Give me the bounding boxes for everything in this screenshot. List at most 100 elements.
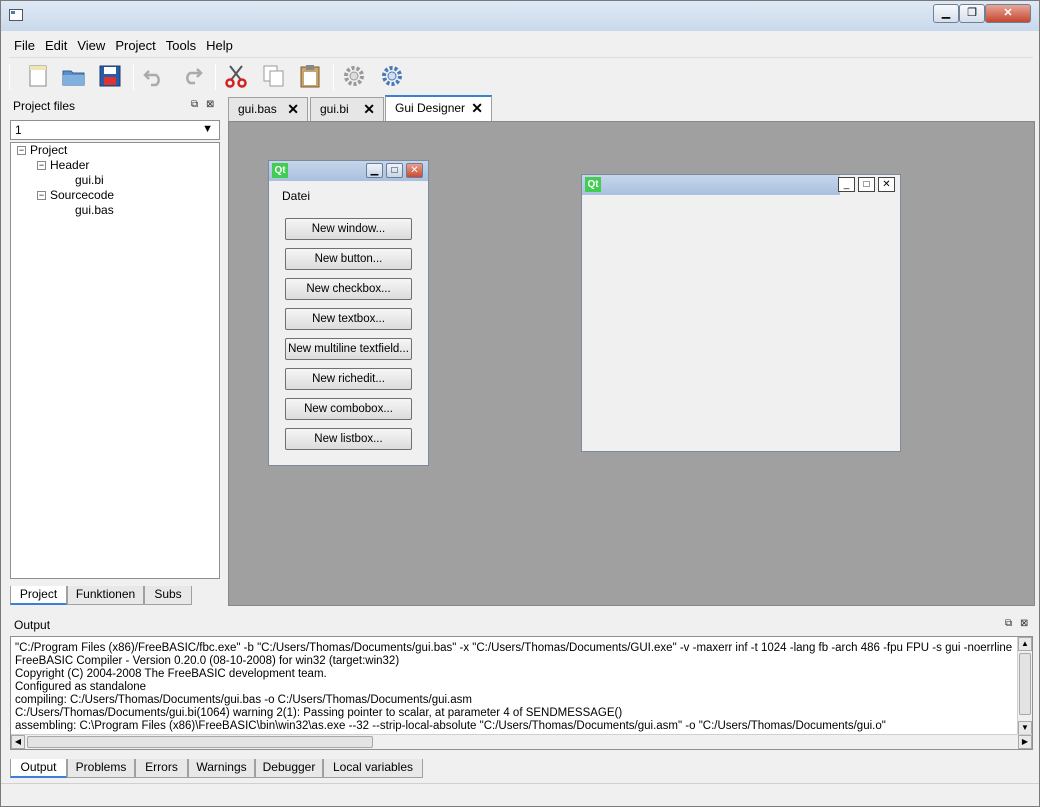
open-folder-icon[interactable]	[61, 63, 87, 89]
vertical-splitter[interactable]	[221, 95, 228, 606]
designer-toolbox-window[interactable]: Qt ▁ □ ✕ Datei New window... New button.…	[268, 160, 429, 466]
toolbar-grip	[9, 64, 10, 90]
horizontal-splitter[interactable]	[10, 606, 1035, 613]
output-line: assembling: C:\Program Files (x86)\FreeB…	[15, 720, 886, 732]
tree-item-gui-bi[interactable]: gui.bi	[75, 173, 104, 187]
toolbox-title-bar[interactable]: Qt ▁ □ ✕	[269, 161, 428, 181]
scroll-thumb[interactable]	[27, 736, 373, 748]
menu-edit[interactable]: Edit	[40, 35, 72, 56]
close-icon[interactable]: ✕	[406, 163, 423, 178]
maximize-icon[interactable]: □	[386, 163, 403, 178]
new-textbox-button[interactable]: New textbox...	[285, 308, 412, 330]
dock-close-icon[interactable]: ⊠	[1020, 618, 1028, 629]
dock-close-icon[interactable]: ⊠	[206, 99, 214, 110]
new-listbox-button[interactable]: New listbox...	[285, 428, 412, 450]
toolbox-menu-datei[interactable]: Datei	[269, 181, 428, 205]
new-richedit-button[interactable]: New richedit...	[285, 368, 412, 390]
undo-icon[interactable]	[141, 63, 167, 89]
dock-float-icon[interactable]: ⧉	[191, 99, 198, 110]
build-settings-icon[interactable]	[379, 63, 405, 89]
menu-project[interactable]: Project	[110, 35, 160, 56]
scroll-thumb[interactable]	[1019, 653, 1031, 715]
close-button[interactable]: ✕	[985, 4, 1031, 23]
menu-file[interactable]: File	[9, 35, 40, 56]
app-icon	[9, 9, 23, 21]
minimize-button[interactable]: ▁	[933, 4, 959, 23]
paste-icon[interactable]	[297, 63, 323, 89]
collapse-icon[interactable]: −	[37, 191, 46, 201]
tab-output[interactable]: Output	[10, 759, 67, 778]
qt-logo-icon: Qt	[585, 177, 601, 192]
new-window-button[interactable]: New window...	[285, 218, 412, 240]
menu-help[interactable]: Help	[201, 35, 238, 56]
new-file-icon[interactable]	[25, 63, 51, 89]
tree-item-gui-bas[interactable]: gui.bas	[75, 203, 114, 217]
tab-funktionen[interactable]: Funktionen	[67, 586, 144, 605]
scroll-down-icon[interactable]: ▼	[1018, 721, 1032, 735]
minimize-icon[interactable]: _	[838, 177, 855, 192]
tree-item-label: Sourcecode	[50, 188, 115, 202]
collapse-icon[interactable]: −	[37, 161, 46, 171]
tab-debugger[interactable]: Debugger	[255, 759, 323, 778]
copy-icon[interactable]	[261, 63, 287, 89]
tab-warnings[interactable]: Warnings	[188, 759, 255, 778]
tab-gui-bas[interactable]: gui.bas ✕	[228, 97, 308, 121]
new-button-button[interactable]: New button...	[285, 248, 412, 270]
tree-item-label: gui.bi	[75, 173, 104, 187]
tab-project[interactable]: Project	[10, 586, 67, 605]
output-panel-tabs: Output Problems Errors Warnings Debugger…	[10, 759, 460, 779]
maximize-button[interactable]: ❐	[959, 4, 985, 23]
redo-icon[interactable]	[179, 63, 205, 89]
tab-local-variables[interactable]: Local variables	[323, 759, 423, 778]
minimize-icon[interactable]: ▁	[366, 163, 383, 178]
maximize-icon[interactable]: □	[858, 177, 875, 192]
scroll-left-icon[interactable]: ◀	[11, 735, 25, 749]
tab-subs[interactable]: Subs	[144, 586, 192, 605]
output-line: Configured as standalone	[15, 681, 147, 693]
close-tab-icon[interactable]: ✕	[471, 97, 483, 119]
collapse-icon[interactable]: −	[17, 146, 26, 156]
project-panel-tabs: Project Funktionen Subs	[10, 586, 220, 606]
editor-tabs: gui.bas ✕ gui.bi ✕ Gui Designer ✕	[228, 95, 1035, 121]
output-line: "C:/Program Files (x86)/FreeBASIC/fbc.ex…	[15, 642, 1013, 654]
toolbar	[9, 57, 1033, 93]
status-bar	[1, 783, 1039, 806]
form-title-bar[interactable]: Qt	[582, 175, 840, 195]
scroll-right-icon[interactable]: ▶	[1018, 735, 1032, 749]
new-combobox-button[interactable]: New combobox...	[285, 398, 412, 420]
close-icon[interactable]: ✕	[878, 177, 895, 192]
tab-gui-designer[interactable]: Gui Designer ✕	[385, 95, 492, 121]
project-tree: − Project − Header gui.bi − Sourcecode gui.…	[10, 142, 220, 579]
tree-item-project[interactable]: − Project	[17, 143, 67, 157]
output-text[interactable]: "C:/Program Files (x86)/FreeBASIC/fbc.ex…	[10, 636, 1033, 750]
cut-icon[interactable]	[223, 63, 249, 89]
tree-item-sourcecode[interactable]: − Sourcecode	[37, 188, 114, 202]
tree-item-header[interactable]: − Header	[37, 158, 89, 172]
project-combo[interactable]: 1 ▼	[10, 120, 220, 140]
designer-form-window[interactable]: Qt _ □ ✕	[581, 174, 901, 452]
tab-gui-bi[interactable]: gui.bi ✕	[310, 97, 384, 121]
settings-icon[interactable]	[341, 63, 367, 89]
save-icon[interactable]	[97, 63, 123, 89]
new-multiline-textfield-button[interactable]: New multiline textfield...	[285, 338, 412, 360]
new-checkbox-button[interactable]: New checkbox...	[285, 278, 412, 300]
project-combo-value: 1	[15, 123, 22, 137]
tree-item-label: Header	[50, 158, 90, 172]
tab-errors[interactable]: Errors	[135, 759, 188, 778]
title-bar[interactable]: ▁ ❐ ✕	[1, 1, 1039, 31]
dock-float-icon[interactable]: ⧉	[1005, 618, 1012, 629]
main-window: ▁ ❐ ✕ File Edit View Project Tools Help Proje…	[0, 0, 1040, 807]
menu-view[interactable]: View	[72, 35, 110, 56]
tab-problems[interactable]: Problems	[67, 759, 135, 778]
close-tab-icon[interactable]: ✕	[363, 98, 375, 120]
tab-label: Gui Designer	[395, 101, 466, 115]
chevron-down-icon: ▼	[202, 123, 213, 135]
project-panel-title: Project files	[13, 99, 76, 113]
close-tab-icon[interactable]: ✕	[287, 98, 299, 120]
vertical-scrollbar[interactable]: ▲ ▼	[1017, 637, 1032, 735]
menu-tools[interactable]: Tools	[161, 35, 201, 56]
designer-canvas[interactable]: Qt ▁ □ ✕ Datei New window... New button.…	[228, 121, 1035, 606]
scroll-up-icon[interactable]: ▲	[1018, 637, 1032, 651]
output-line: Copyright (C) 2004-2008 The FreeBASIC de…	[15, 668, 327, 680]
horizontal-scrollbar[interactable]: ◀ ▶	[11, 734, 1032, 749]
